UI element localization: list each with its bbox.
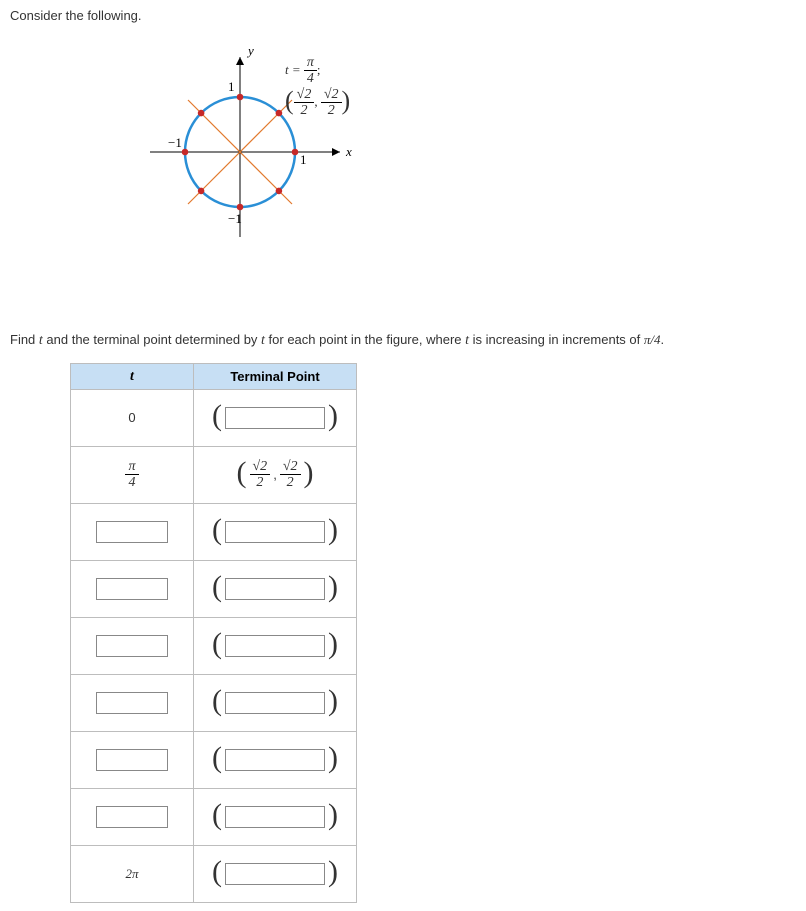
tick-neg1-x: −1: [168, 135, 182, 150]
intro-text: Consider the following.: [10, 8, 796, 23]
tick-1-y: 1: [228, 79, 235, 94]
t-input-2[interactable]: [96, 521, 168, 543]
answer-table: t Terminal Point 0 ( ) π4 ( √22 , √22 ) …: [70, 363, 357, 903]
figure-annotation: t = π4; (√22, √22): [285, 55, 365, 119]
table-row: (): [71, 617, 357, 674]
terminal-point-input-0[interactable]: [225, 407, 325, 429]
unit-circle-figure: y x 1 1 −1 −1 t = π4; (√22, √22): [130, 37, 796, 314]
t-input-5[interactable]: [96, 692, 168, 714]
table-row: π4 ( √22 , √22 ): [71, 446, 357, 503]
tick-neg1-y: −1: [228, 211, 242, 226]
table-row: (): [71, 674, 357, 731]
tick-1-x: 1: [300, 152, 307, 167]
t-input-4[interactable]: [96, 635, 168, 657]
table-row: (): [71, 731, 357, 788]
question-text: Find t and the terminal point determined…: [10, 332, 796, 349]
y-axis-label: y: [246, 43, 254, 58]
table-row: (): [71, 788, 357, 845]
t-input-6[interactable]: [96, 749, 168, 771]
table-row: 2π (): [71, 845, 357, 902]
t-cell-0: 0: [71, 389, 194, 446]
terminal-point-input-6[interactable]: [225, 749, 325, 771]
terminal-point-input-7[interactable]: [225, 806, 325, 828]
table-row: (): [71, 503, 357, 560]
terminal-point-input-2[interactable]: [225, 521, 325, 543]
col-t-header: t: [130, 369, 134, 384]
t-input-3[interactable]: [96, 578, 168, 600]
table-header-row: t Terminal Point: [71, 363, 357, 389]
table-row: (): [71, 560, 357, 617]
terminal-point-input-3[interactable]: [225, 578, 325, 600]
terminal-point-input-5[interactable]: [225, 692, 325, 714]
x-axis-label: x: [345, 144, 352, 159]
t-input-7[interactable]: [96, 806, 168, 828]
terminal-point-cell-1: ( √22 , √22 ): [194, 446, 357, 503]
col-terminal-header: Terminal Point: [194, 363, 357, 389]
t-cell-8: 2π: [71, 845, 194, 902]
table-row: 0 ( ): [71, 389, 357, 446]
terminal-point-input-8[interactable]: [225, 863, 325, 885]
terminal-point-input-4[interactable]: [225, 635, 325, 657]
t-cell-1: π4: [71, 446, 194, 503]
